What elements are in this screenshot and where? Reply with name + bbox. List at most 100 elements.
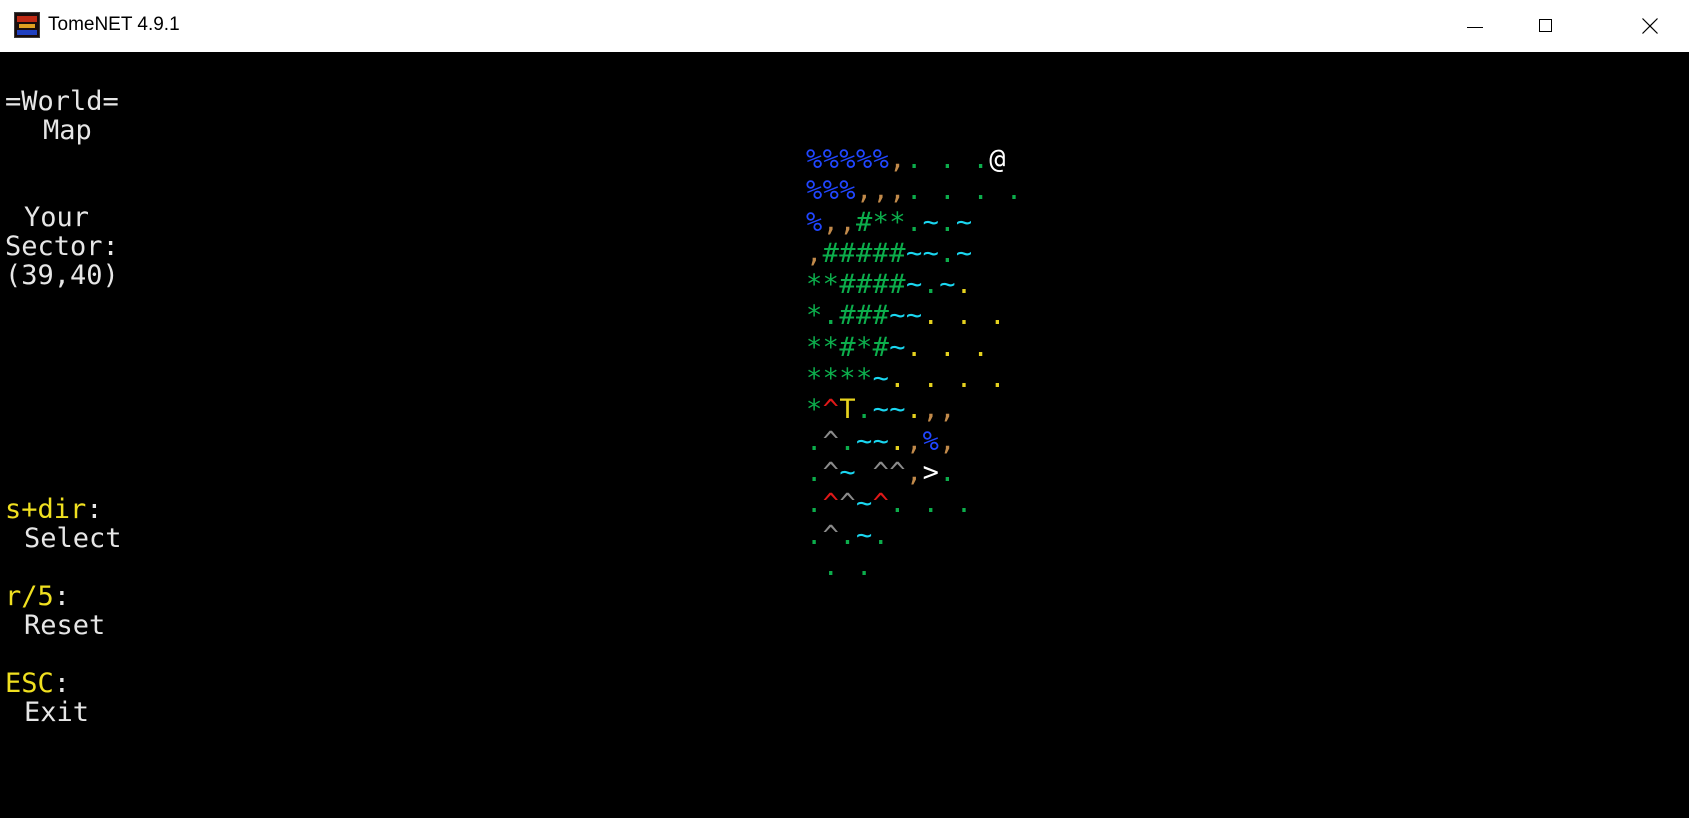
- map-glyphs: .: [922, 269, 940, 301]
- map-glyphs: ~: [955, 237, 973, 269]
- sector-coordinates: (39,40): [5, 260, 119, 291]
- map-glyphs: .: [806, 425, 823, 457]
- map-row: .^.~.: [806, 520, 1023, 551]
- map-glyphs: .: [955, 269, 973, 301]
- map-glyphs: T: [839, 394, 856, 426]
- map-glyphs: ,: [922, 394, 940, 426]
- map-glyphs: ~: [839, 456, 856, 488]
- map-glyphs: .: [905, 206, 923, 238]
- map-glyphs: ~~: [872, 394, 906, 426]
- map-glyphs: ~~: [889, 300, 923, 332]
- map-row: .^^~^. . .: [806, 488, 1023, 519]
- map-glyphs: .: [889, 425, 906, 457]
- map-glyphs: ,: [939, 394, 956, 426]
- world-map-grid[interactable]: %%%%%,. . .@%%%,,,. . . . %,,#**.~.~ ,####…: [806, 144, 1023, 582]
- map-glyphs: .: [855, 394, 873, 426]
- map-glyphs: %: [806, 206, 823, 238]
- game-terminal[interactable]: =World= Map Your Sector: (39,40) s+dir: …: [0, 52, 1689, 818]
- map-glyphs: . . .: [922, 300, 1006, 332]
- map-glyphs: .: [939, 237, 956, 269]
- map-glyphs: **: [806, 331, 840, 363]
- close-icon: [1642, 18, 1658, 34]
- map-glyphs: ###: [839, 300, 890, 332]
- map-row: %%%,,,. . . .: [806, 175, 1023, 206]
- control-exit-action: Exit: [24, 697, 90, 728]
- map-glyphs: ,: [889, 144, 906, 175]
- control-key: ESC: [5, 668, 54, 699]
- map-glyphs: ^: [822, 456, 840, 488]
- map-row: .^~ ^^,>.: [806, 457, 1023, 488]
- map-row: ****~. . . .: [806, 363, 1023, 394]
- window-title: TomeNET 4.9.1: [48, 14, 180, 35]
- map-row: **#*#~. . .: [806, 332, 1023, 363]
- map-glyphs: .: [905, 394, 923, 426]
- map-glyphs: %: [922, 425, 940, 457]
- map-glyphs: . . .: [889, 488, 973, 520]
- control-reset-action: Reset: [24, 610, 106, 641]
- map-glyphs: [856, 457, 873, 488]
- map-glyphs: %%%%%: [806, 144, 890, 175]
- map-glyphs: . .: [806, 550, 873, 582]
- close-button[interactable]: [1614, 0, 1686, 52]
- map-glyphs: ~: [939, 269, 956, 301]
- control-select-action: Select: [24, 523, 122, 554]
- map-row: . .: [806, 551, 1023, 582]
- map-glyphs: ^^: [872, 456, 906, 488]
- tomenet-window: TomeNET 4.9.1 =World= Map Your Sector: (…: [0, 0, 1689, 818]
- map-glyphs: ,: [905, 456, 923, 488]
- map-glyphs: %%%: [806, 175, 856, 207]
- map-glyphs: ,: [839, 206, 856, 238]
- player-marker: @: [989, 144, 1006, 175]
- map-row: ,#####~~.~: [806, 238, 1023, 269]
- map-glyphs: *: [806, 300, 823, 332]
- map-row: .^.~~.,%,: [806, 426, 1023, 457]
- map-glyphs: ,: [905, 425, 923, 457]
- map-glyphs: ,: [806, 237, 823, 269]
- sector-label-line2: Sector:: [5, 231, 119, 262]
- map-glyphs: ~: [855, 519, 873, 551]
- map-glyphs: .: [806, 488, 823, 520]
- control-select-key-line: s+dir:: [5, 495, 103, 524]
- map-glyphs: .: [939, 206, 956, 238]
- minimize-button[interactable]: [1440, 0, 1512, 52]
- map-glyphs: ,: [855, 175, 873, 207]
- map-glyphs: ****: [806, 363, 873, 395]
- map-glyphs: .: [839, 519, 856, 551]
- control-reset-key-line: r/5:: [5, 582, 70, 611]
- map-glyphs: #: [872, 331, 890, 363]
- map-row: %%%%%,. . .@: [806, 144, 1023, 175]
- control-colon: :: [53, 668, 71, 699]
- map-glyphs: #: [855, 206, 873, 238]
- control-colon: :: [53, 581, 71, 612]
- map-glyphs: .: [806, 456, 823, 488]
- map-glyphs: .: [939, 456, 956, 488]
- world-map-header: =World=: [5, 86, 119, 117]
- map-glyphs: ^: [872, 488, 890, 520]
- map-glyphs: .: [806, 519, 823, 551]
- map-glyphs: **: [872, 206, 906, 238]
- map-glyphs: .: [822, 300, 840, 332]
- map-glyphs: ####: [839, 269, 906, 301]
- map-row: **####~.~.: [806, 269, 1023, 300]
- map-glyphs: ^: [839, 488, 856, 520]
- map-glyphs: .: [872, 519, 890, 551]
- control-colon: :: [86, 494, 103, 525]
- control-key: r/5: [5, 581, 54, 612]
- tomenet-app-icon[interactable]: [14, 12, 40, 38]
- map-glyphs: ,: [822, 206, 840, 238]
- title-bar[interactable]: TomeNET 4.9.1: [0, 0, 1689, 52]
- map-glyphs: . . . .: [905, 175, 1023, 207]
- map-glyphs: . . .: [905, 144, 990, 175]
- map-glyphs: ^: [822, 394, 840, 426]
- control-exit-key-line: ESC:: [5, 669, 70, 698]
- map-glyphs: *: [806, 394, 823, 426]
- maximize-button[interactable]: [1512, 0, 1584, 52]
- map-glyphs: ,: [889, 175, 906, 207]
- world-map-header-sub: Map: [43, 115, 92, 146]
- sector-label-line1: Your: [24, 202, 90, 233]
- map-glyphs: ^: [822, 519, 840, 551]
- map-glyphs: ~: [955, 206, 973, 238]
- map-row: %,,#**.~.~: [806, 207, 1023, 238]
- map-glyphs: ~~: [905, 237, 940, 269]
- map-glyphs: ^: [822, 425, 840, 457]
